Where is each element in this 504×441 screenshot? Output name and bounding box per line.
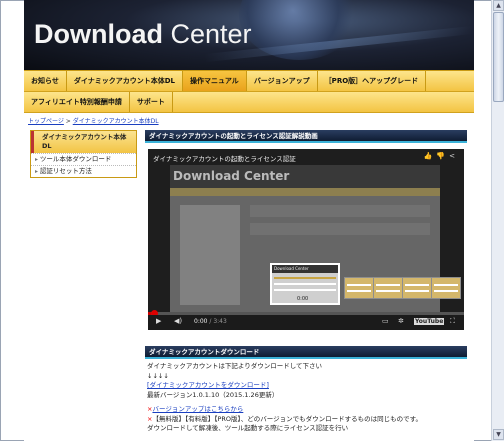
thumbnail-line	[405, 290, 429, 292]
thumbnail-preview: Download Center 0:00	[270, 263, 340, 305]
sidebar-heading[interactable]: ダイナミックアカウント本体DL	[31, 131, 136, 153]
logo-light-text: Center	[163, 19, 252, 49]
thumbnail	[344, 277, 374, 299]
thumbnail-line	[434, 284, 458, 286]
sidebar-menu: ダイナミックアカウント本体DL ツール本体ダウンロード 認証リセット方法	[30, 130, 137, 178]
nav-item-affiliate[interactable]: アフィリエイト特別報酬申請	[24, 92, 130, 112]
play-icon[interactable]: ▶	[156, 317, 161, 325]
youtube-logo[interactable]: YouTube	[414, 318, 445, 325]
video-frame-nav	[170, 188, 440, 196]
thumbnail-line	[274, 283, 336, 285]
video-frame-logo: Download Center	[173, 169, 290, 183]
breadcrumb-home[interactable]: トップページ	[28, 118, 64, 125]
time-display: 0:00 / 3:43	[194, 318, 227, 325]
video-frame-block	[250, 223, 430, 235]
download-intro: ダイナミックアカウントは下記よりダウンロードして下さい	[147, 362, 323, 370]
video-frame-block	[250, 205, 430, 217]
thumbnail-line	[376, 284, 400, 286]
thumbnail-logo: Download Center	[272, 265, 338, 273]
nav-item-support[interactable]: サポート	[129, 92, 173, 112]
dislike-icon[interactable]: 👎	[436, 152, 449, 160]
like-icon[interactable]: 👍	[424, 152, 437, 160]
fullscreen-icon[interactable]: ⛶	[450, 317, 455, 326]
breadcrumb-separator: >	[63, 118, 73, 125]
nav-row-2: アフィリエイト特別報酬申請 サポート	[24, 92, 474, 113]
version-text: 最新バージョン1.0.1.10（2015.1.26更新）	[147, 390, 279, 399]
current-time: 0:00	[194, 318, 208, 325]
section-title-download: ダイナミックアカウントダウンロード	[145, 346, 467, 359]
nav-item-news[interactable]: お知らせ	[24, 71, 67, 91]
video-player[interactable]: Download Center ダイナミックアカウントの起動とライセンス認証 👍…	[148, 149, 464, 330]
video-top-icons: 👍👎<	[424, 152, 459, 160]
download-link[interactable]: [ダイナミックアカウントをダウンロード]	[147, 381, 472, 391]
note-editions-text: 【無料版】【有料版】【PRO版】、どのバージョンでもダウンロードするものは同じも…	[152, 414, 422, 423]
nav-filler	[172, 92, 474, 112]
main-nav: お知らせ ダイナミックアカウント本体DL 操作マニュアル バージョンアップ ［P…	[24, 70, 474, 113]
section-title-video: ダイナミックアカウントの起動とライセンス認証解説動画	[145, 130, 467, 143]
thumbnail-line	[274, 289, 336, 291]
nav-item-download[interactable]: ダイナミックアカウント本体DL	[66, 71, 184, 91]
note-version-up: ×バージョンアップはこちらから	[147, 405, 472, 415]
video-title[interactable]: ダイナミックアカウントの起動とライセンス認証	[153, 153, 296, 163]
video-frame-header: Download Center	[170, 165, 440, 188]
video-controls: ▶ ◀) 0:00 / 3:43 ▭ ✲ YouTube ⛶	[148, 315, 464, 330]
settings-icon[interactable]: ✲	[398, 317, 404, 325]
note-editions: ×【無料版】【有料版】【PRO版】、どのバージョンでもダウンロードするものは同じ…	[147, 415, 472, 425]
nav-item-version-up[interactable]: バージョンアップ	[246, 71, 318, 91]
nav-item-manual[interactable]: 操作マニュアル	[183, 71, 247, 91]
volume-icon[interactable]: ◀)	[174, 317, 182, 325]
logo-bold-text: Download	[34, 19, 163, 49]
thumbnail-line	[347, 290, 371, 292]
site-logo[interactable]: Download Center	[34, 19, 252, 50]
breadcrumb: トップページ > ダイナミックアカウント本体DL	[28, 116, 159, 125]
thumbnail-line	[405, 284, 429, 286]
storyboard-thumbnails: Download Center 0:00	[270, 263, 461, 305]
thumbnail-line	[434, 290, 458, 292]
nav-item-pro-upgrade[interactable]: ［PRO版］ヘアップグレード	[317, 71, 427, 91]
captions-icon[interactable]: ▭	[382, 317, 389, 325]
thumbnail	[373, 277, 403, 299]
nav-filler	[426, 71, 474, 91]
version-up-link[interactable]: バージョンアップはこちらから	[152, 405, 243, 413]
download-arrows: ↓↓↓↓	[147, 371, 169, 380]
vertical-scrollbar[interactable]: ▲ ▼	[491, 0, 504, 441]
breadcrumb-current[interactable]: ダイナミックアカウント本体DL	[73, 118, 159, 125]
share-icon[interactable]: <	[449, 152, 459, 160]
thumbnail-line	[274, 277, 336, 279]
sidebar-item-tool-download[interactable]: ツール本体ダウンロード	[31, 153, 136, 165]
thumbnail-line	[376, 290, 400, 292]
duration: / 3:43	[207, 318, 227, 325]
thumbnail-line	[347, 284, 371, 286]
page: Download Center お知らせ ダイナミックアカウント本体DL 操作マ…	[24, 0, 474, 441]
sidebar-item-auth-reset[interactable]: 認証リセット方法	[31, 165, 136, 177]
scroll-down-icon[interactable]: ▼	[493, 429, 504, 440]
thumbnail	[402, 277, 432, 299]
thumbnail	[431, 277, 461, 299]
scrollbar-thumb[interactable]	[493, 12, 504, 102]
note-license: ダウンロードして解凍後、ツール起動する際にライセンス認証を行い	[147, 424, 349, 432]
thumbnail-time: 0:00	[297, 296, 309, 302]
scroll-up-icon[interactable]: ▲	[493, 0, 504, 11]
nav-row-1: お知らせ ダイナミックアカウント本体DL 操作マニュアル バージョンアップ ［P…	[24, 71, 474, 92]
header-banner: Download Center	[24, 0, 474, 70]
download-content: ダイナミックアカウントは下記よりダウンロードして下さい ↓↓↓↓ [ダイナミック…	[147, 362, 472, 434]
video-frame-sidebar	[180, 205, 240, 305]
